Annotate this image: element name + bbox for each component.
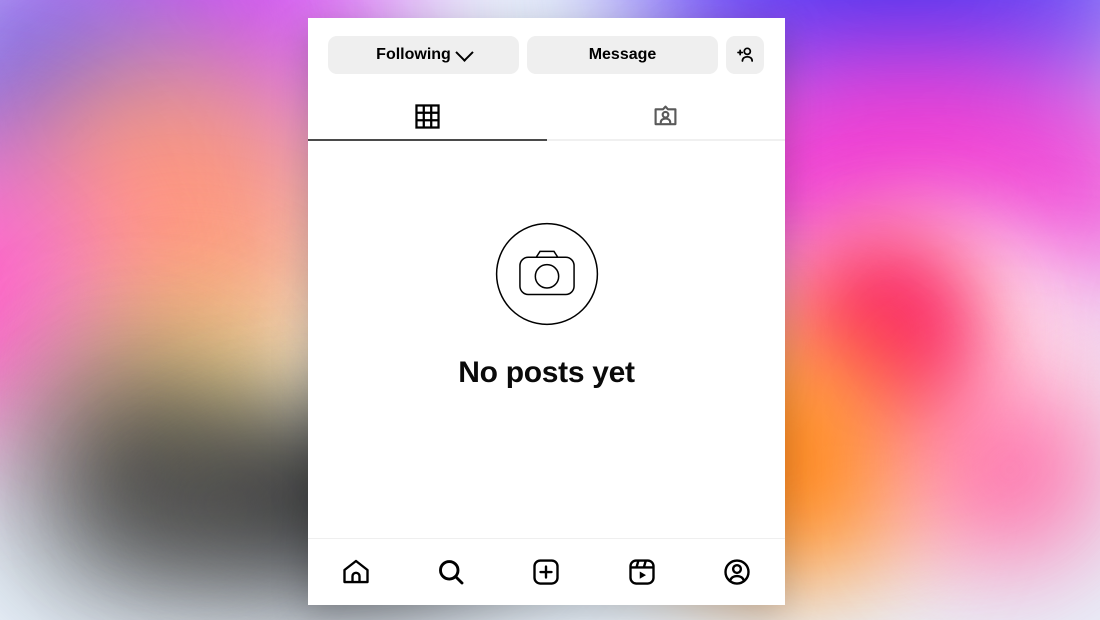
grid-icon [414, 103, 441, 130]
add-user-icon [734, 44, 756, 66]
profile-action-row: Following Message [308, 18, 785, 74]
search-icon [436, 557, 466, 587]
add-user-button[interactable] [726, 36, 764, 74]
instagram-profile-card: Following Message No posts yet [308, 18, 785, 605]
tab-tagged[interactable] [547, 93, 786, 139]
camera-in-circle-icon [491, 218, 603, 330]
reels-icon [627, 557, 657, 587]
nav-profile-button[interactable] [709, 546, 765, 598]
profile-tabs [308, 93, 785, 139]
home-icon [341, 557, 371, 587]
screen: Following Message No posts yet [0, 0, 1100, 620]
tab-posts-grid[interactable] [308, 93, 547, 139]
message-button[interactable]: Message [527, 36, 718, 74]
empty-state-title: No posts yet [458, 355, 635, 389]
bottom-navigation [308, 538, 785, 605]
chevron-down-icon [455, 42, 474, 62]
nav-search-button[interactable] [423, 546, 479, 598]
nav-home-button[interactable] [328, 546, 384, 598]
plus-square-icon [531, 557, 561, 587]
empty-state: No posts yet [308, 141, 785, 538]
message-label: Message [588, 46, 657, 63]
tagged-person-icon [652, 103, 679, 130]
nav-create-button[interactable] [518, 546, 574, 598]
profile-circle-icon [722, 557, 752, 587]
following-button[interactable]: Following [328, 36, 519, 74]
following-label: Following [376, 46, 451, 63]
nav-reels-button[interactable] [614, 546, 670, 598]
